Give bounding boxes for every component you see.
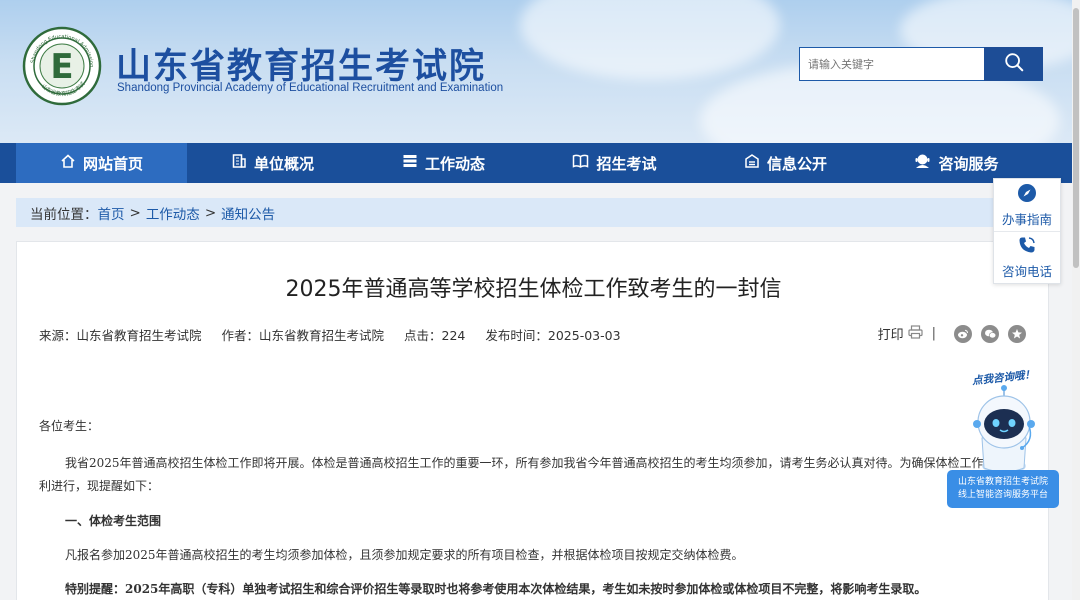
- nav-item-label: 网站首页: [82, 154, 143, 173]
- chat-assistant[interactable]: 点我咨询哦！ 山东省教育招生考试院 线上智能咨询服务平台: [944, 368, 1064, 510]
- nav-item-admission[interactable]: 招生考试: [529, 143, 700, 183]
- nav-item-news[interactable]: 工作动态: [358, 143, 529, 183]
- building-icon: [231, 153, 254, 173]
- chat-badge-line: 线上智能咨询服务平台: [957, 490, 1048, 500]
- site-header: E Shandong Educational Admission & Exami…: [0, 0, 1080, 143]
- search-icon: [1003, 51, 1025, 77]
- search-bar: [799, 47, 1043, 81]
- breadcrumb-separator: >: [204, 204, 217, 221]
- print-label: 打印: [877, 328, 904, 343]
- phone-icon: [1017, 235, 1037, 261]
- breadcrumb-separator: >: [129, 204, 141, 221]
- page-scrollbar[interactable]: [1072, 0, 1080, 600]
- nav-item-service[interactable]: 咨询服务: [871, 143, 1042, 183]
- article-section-heading: 一、体检考生范围: [65, 514, 162, 528]
- tools-divider: |: [931, 326, 936, 341]
- nav-item-label: 咨询服务: [938, 154, 999, 173]
- compass-icon: [1017, 183, 1037, 209]
- side-widget: 办事指南 咨询电话: [993, 178, 1061, 284]
- nav-item-info[interactable]: 信息公开: [700, 143, 871, 183]
- side-item-phone[interactable]: 咨询电话: [994, 231, 1060, 283]
- nav-item-label: 工作动态: [424, 154, 485, 173]
- article-paragraph: 我省2025年普通高校招生体检工作即将开展。体检是普通高校招生工作的重要一环，所…: [65, 456, 996, 470]
- news-icon: [402, 153, 425, 173]
- print-icon: [908, 324, 923, 343]
- breadcrumb-prefix: 当前位置：: [30, 206, 98, 223]
- side-item-label: 咨询电话: [1001, 264, 1052, 279]
- nav-item-home[interactable]: 网站首页: [16, 143, 187, 183]
- article-title: 2025年普通高等学校招生体检工作致考生的一封信: [285, 277, 782, 302]
- article-notice: 特别提醒：2025年高职（专科）单独考试招生和综合评价招生等录取时也将参考使用本…: [65, 582, 927, 596]
- nav-item-label: 单位概况: [253, 154, 314, 173]
- service-icon: [914, 153, 938, 173]
- search-input[interactable]: [799, 47, 984, 81]
- weibo-icon[interactable]: [954, 324, 972, 343]
- article-meta: 来源：山东省教育招生考试院 作者：山东省教育招生考试院 点击：224 发布时间：…: [39, 325, 621, 344]
- article-card: 2025年普通高等学校招生体检工作致考生的一封信 来源：山东省教育招生考试院 作…: [16, 241, 1049, 600]
- breadcrumb: 当前位置： 首页 > 工作动态 > 通知公告: [16, 198, 1049, 227]
- header-cloud: [520, 0, 780, 80]
- qzone-icon[interactable]: [1008, 324, 1026, 343]
- print-button[interactable]: 打印: [878, 324, 923, 343]
- article-greeting: 各位考生：: [39, 419, 100, 433]
- scrollbar-thumb[interactable]: [1073, 8, 1079, 268]
- article-source: 来源：山东省教育招生考试院: [39, 328, 202, 343]
- svg-text:E: E: [50, 47, 73, 87]
- article-tools: 打印 |: [878, 324, 1026, 343]
- side-item-label: 办事指南: [1001, 211, 1052, 227]
- side-item-guide[interactable]: 办事指南: [994, 179, 1060, 231]
- breadcrumb-home[interactable]: 首页: [98, 203, 125, 223]
- search-button[interactable]: [984, 47, 1043, 81]
- home-icon: [60, 153, 83, 173]
- main-nav: 网站首页 单位概况 工作动态 招生考试 信息公开 咨询服务: [0, 143, 1072, 183]
- article-paragraph: 利进行，现提醒如下：: [39, 479, 160, 493]
- article-author: 作者：山东省教育招生考试院: [221, 328, 385, 343]
- book-icon: [572, 153, 596, 173]
- nav-item-label: 信息公开: [766, 154, 827, 173]
- nav-item-about[interactable]: 单位概况: [187, 143, 358, 183]
- wechat-icon[interactable]: [981, 324, 999, 343]
- article-date: 发布时间：2025-03-03: [485, 328, 621, 343]
- site-logo[interactable]: E Shandong Educational Admission & Exami…: [19, 20, 102, 106]
- chat-badge: 山东省教育招生考试院 线上智能咨询服务平台: [947, 470, 1059, 508]
- breadcrumb-news[interactable]: 工作动态: [146, 203, 200, 223]
- chat-badge-line: 山东省教育招生考试院: [957, 477, 1048, 487]
- nav-item-label: 招生考试: [596, 154, 657, 173]
- info-icon: [744, 153, 767, 173]
- article-clicks: 点击：224: [404, 328, 466, 343]
- article-paragraph: 凡报名参加2025年普通高校招生的考生均须参加体检，且须参加规定要求的所有项目检…: [65, 548, 744, 562]
- breadcrumb-notices[interactable]: 通知公告: [221, 203, 275, 223]
- site-subtitle: Shandong Provincial Academy of Education…: [117, 82, 504, 94]
